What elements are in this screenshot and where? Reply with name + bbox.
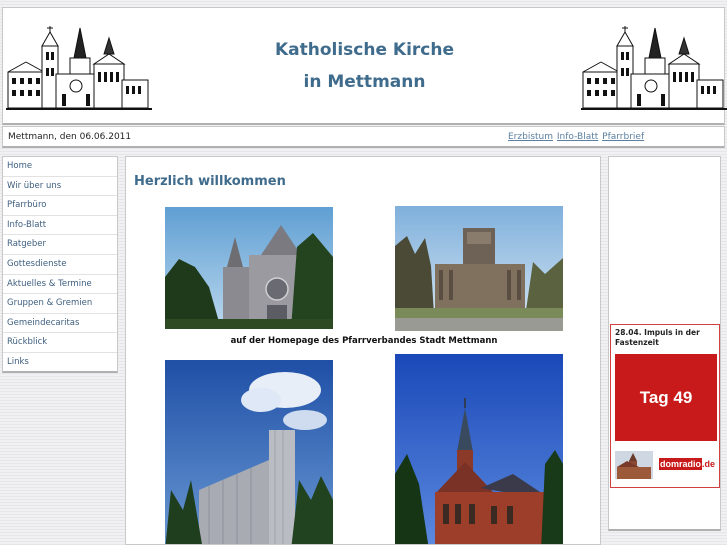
- nav-item-aktuelles-termine[interactable]: Aktuelles & Termine: [3, 275, 117, 295]
- nav-item-gruppen-gremien[interactable]: Gruppen & Gremien: [3, 294, 117, 314]
- nav-item-info-blatt[interactable]: Info-Blatt: [3, 216, 117, 236]
- page-heading: Herzlich willkommen: [134, 174, 286, 189]
- nav-item-pfarrbuero[interactable]: Pfarrbüro: [3, 196, 117, 216]
- nav-item-gottesdienste[interactable]: Gottesdienste: [3, 255, 117, 275]
- link-erzbistum[interactable]: Erzbistum: [508, 132, 553, 142]
- nav-item-links[interactable]: Links: [3, 353, 117, 373]
- domradio-logo[interactable]: domradio.de: [659, 458, 716, 470]
- right-column: 28.04. Impuls in der Fastenzeit Tag 49 d…: [608, 156, 721, 531]
- nav-item-gemeindecaritas[interactable]: Gemeindecaritas: [3, 314, 117, 334]
- current-date: Mettmann, den 06.06.2011: [8, 132, 132, 142]
- top-links: Erzbistum Info-Blatt Pfarrbrief: [508, 132, 645, 142]
- main-content: Herzlich willkommen auf der Homepage des…: [125, 156, 601, 545]
- domradio-brand: domradio: [659, 458, 703, 470]
- sidebar-nav: Home Wir über uns Pfarrbüro Info-Blatt R…: [2, 156, 118, 373]
- link-pfarrbrief[interactable]: Pfarrbrief: [602, 132, 644, 142]
- church-photo-2: [395, 206, 563, 331]
- domradio-tld: .de: [702, 459, 716, 469]
- promo-day-box[interactable]: Tag 49: [615, 354, 717, 441]
- promo-widget[interactable]: 28.04. Impuls in der Fastenzeit Tag 49 d…: [610, 324, 720, 488]
- church-photo-1: [165, 207, 333, 329]
- promo-title: 28.04. Impuls in der Fastenzeit: [615, 328, 700, 347]
- nav-item-ratgeber[interactable]: Ratgeber: [3, 235, 117, 255]
- welcome-caption: auf der Homepage des Pfarrverbandes Stad…: [230, 336, 498, 346]
- church-logo-icon: [581, 26, 727, 110]
- church-logo-icon: [6, 26, 152, 110]
- church-photo-3: [165, 360, 333, 544]
- info-bar: Mettmann, den 06.06.2011 Erzbistum Info-…: [2, 126, 725, 148]
- nav-item-rueckblick[interactable]: Rückblick: [3, 333, 117, 353]
- church-photo-4: [395, 354, 563, 544]
- church-thumbnail-icon: [615, 451, 653, 479]
- nav-item-wir-ueber-uns[interactable]: Wir über uns: [3, 177, 117, 197]
- site-header: Katholische Kirche in Mettmann: [2, 7, 727, 125]
- link-info-blatt[interactable]: Info-Blatt: [557, 132, 598, 142]
- promo-footer: domradio.de: [615, 449, 719, 481]
- nav-item-home[interactable]: Home: [3, 157, 117, 177]
